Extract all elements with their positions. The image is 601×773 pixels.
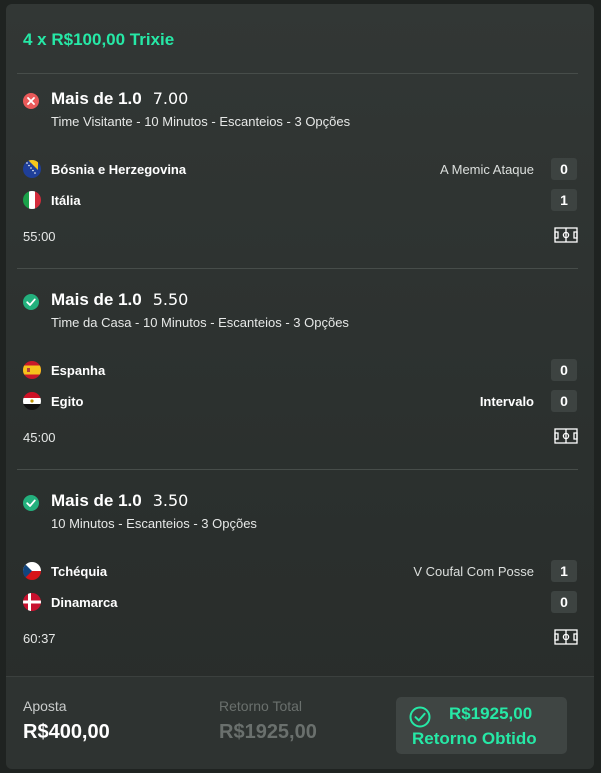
- team-row-home: Espanha 0: [17, 359, 578, 381]
- market-name: Mais de 1.0: [51, 491, 142, 510]
- spain-flag-icon: [23, 361, 41, 379]
- divider: [17, 268, 578, 269]
- match-event: A Memic Ataque: [440, 162, 534, 177]
- total-return-value: R$1925,00: [219, 721, 317, 743]
- czechia-flag-icon: [23, 562, 41, 580]
- team-row-home: Bósnia e Herzegovina A Memic Ataque 0: [17, 158, 578, 180]
- team-name: Itália: [51, 193, 81, 208]
- selection-description: 10 Minutos - Escanteios - 3 Opções: [51, 516, 257, 531]
- odds-value: 3.50: [152, 491, 189, 510]
- x-circle-icon: [23, 93, 39, 109]
- divider: [17, 73, 578, 74]
- egypt-flag-icon: [23, 392, 41, 410]
- stake-value: R$400,00: [23, 721, 110, 743]
- score-box: 0: [551, 158, 577, 180]
- bosnia-flag-icon: [23, 160, 41, 178]
- selection-header: Mais de 1.0 7.00: [51, 89, 188, 111]
- match-event: V Coufal Com Posse: [413, 564, 534, 579]
- check-circle-icon: [23, 495, 39, 511]
- selection-2[interactable]: Mais de 1.0 5.50 Time da Casa - 10 Minut…: [17, 290, 578, 480]
- score-box: 0: [551, 390, 577, 412]
- team-row-away: Egito Intervalo 0: [17, 390, 578, 412]
- selection-description: Time Visitante - 10 Minutos - Escanteios…: [51, 114, 351, 129]
- check-circle-icon: [23, 294, 39, 310]
- bet-card: 4 x R$100,00 Trixie Mais de 1.0 7.00 Tim…: [6, 4, 594, 769]
- match-event: Intervalo: [479, 394, 534, 409]
- pitch-icon[interactable]: [554, 428, 578, 444]
- team-name: Espanha: [51, 363, 106, 378]
- score-box: 0: [551, 359, 577, 381]
- stake-label: Aposta: [23, 698, 67, 714]
- selection-header: Mais de 1.0 5.50: [51, 290, 188, 312]
- match-clock: 45:00: [23, 430, 56, 445]
- bet-footer: Aposta R$400,00 Retorno Total R$1925,00 …: [6, 676, 594, 769]
- selection-header: Mais de 1.0 3.50: [51, 491, 188, 513]
- score-box: 0: [551, 591, 577, 613]
- match-clock: 55:00: [23, 229, 56, 244]
- team-name: Tchéquia: [51, 564, 108, 579]
- total-return-label: Retorno Total: [219, 698, 303, 714]
- match-clock: 60:37: [23, 631, 56, 646]
- score-box: 1: [551, 189, 577, 211]
- team-row-home: Tchéquia V Coufal Com Posse 1: [17, 560, 578, 582]
- obtained-label: Retorno Obtido: [412, 729, 537, 748]
- pitch-icon[interactable]: [554, 227, 578, 243]
- team-name: Bósnia e Herzegovina: [51, 162, 187, 177]
- selection-3[interactable]: Mais de 1.0 3.50 10 Minutos - Escanteios…: [17, 491, 578, 681]
- market-name: Mais de 1.0: [51, 89, 142, 108]
- team-name: Dinamarca: [51, 595, 118, 610]
- team-row-away: Itália 1: [17, 189, 578, 211]
- check-circle-outline-icon: [409, 706, 431, 728]
- pitch-icon[interactable]: [554, 629, 578, 645]
- team-row-away: Dinamarca 0: [17, 591, 578, 613]
- selection-1[interactable]: Mais de 1.0 7.00 Time Visitante - 10 Min…: [17, 89, 578, 279]
- bet-title: 4 x R$100,00 Trixie: [23, 30, 175, 49]
- selection-description: Time da Casa - 10 Minutos - Escanteios -…: [51, 315, 349, 330]
- odds-value: 7.00: [152, 89, 189, 108]
- odds-value: 5.50: [152, 290, 189, 309]
- return-obtained-badge: R$1925,00 Retorno Obtido: [396, 697, 567, 754]
- team-name: Egito: [51, 394, 84, 409]
- market-name: Mais de 1.0: [51, 290, 142, 309]
- divider: [17, 469, 578, 470]
- obtained-amount: R$1925,00: [449, 704, 533, 723]
- italy-flag-icon: [23, 191, 41, 209]
- score-box: 1: [551, 560, 577, 582]
- denmark-flag-icon: [23, 593, 41, 611]
